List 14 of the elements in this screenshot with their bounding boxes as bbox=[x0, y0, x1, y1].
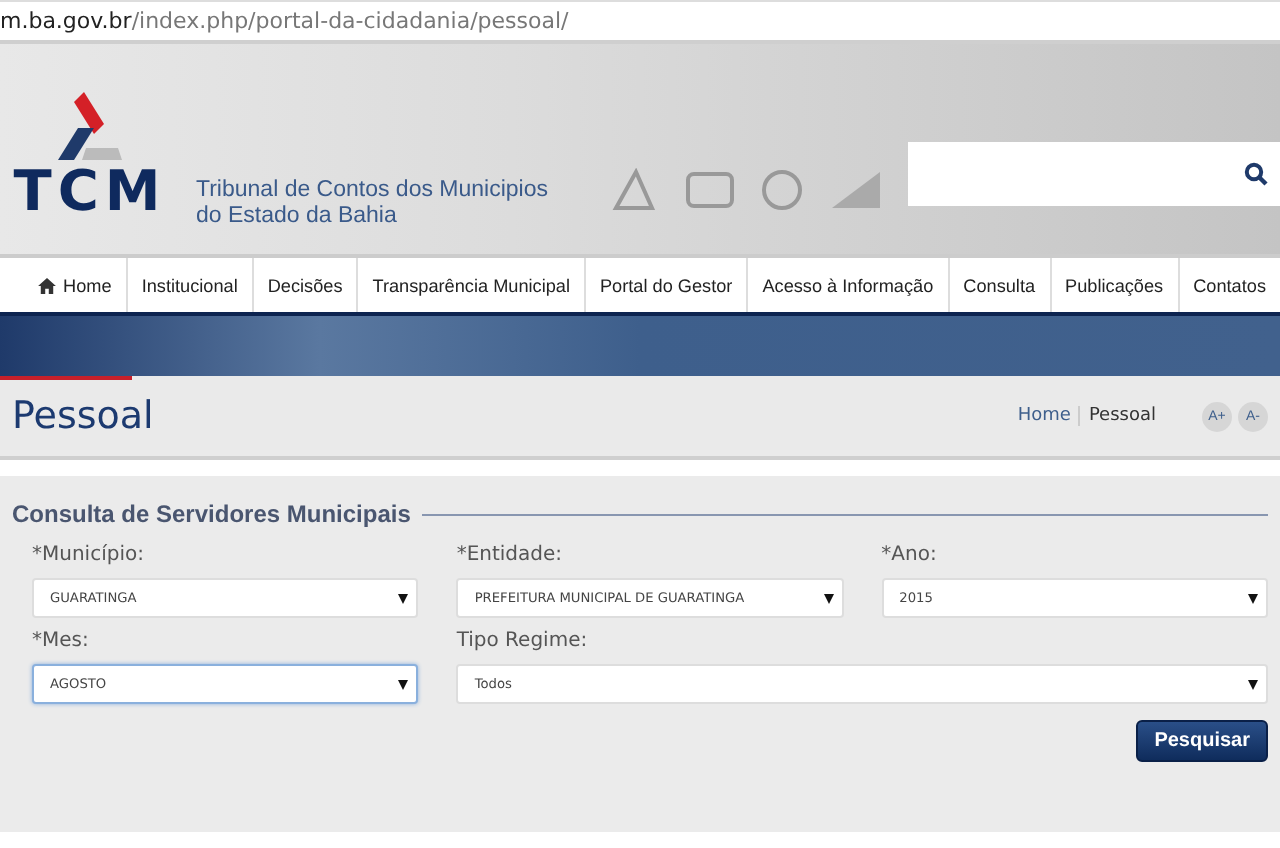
page-title: Pessoal bbox=[12, 394, 154, 438]
organization-name: Tribunal de Contos dos Municipios do Estado da Bahia bbox=[196, 177, 548, 229]
logo-text: TCM bbox=[13, 163, 167, 219]
field-label: *Mes: bbox=[32, 630, 91, 652]
nav-link[interactable]: Home bbox=[23, 258, 126, 312]
field-label: *Município: bbox=[32, 544, 146, 566]
form-legend: Consulta de Servidores Municipais bbox=[12, 500, 411, 528]
field-label: *Entidade: bbox=[456, 544, 565, 566]
field-label: Tipo Regime: bbox=[456, 630, 590, 652]
breadcrumb-link[interactable]: Home bbox=[1017, 406, 1071, 426]
field-label: *Ano: bbox=[881, 544, 939, 566]
search-button[interactable]: Pesquisar bbox=[1136, 720, 1268, 762]
breadcrumb-current: Pessoal bbox=[1088, 406, 1156, 426]
address-bar[interactable]: m.ba.gov.br/index.php/portal-da-cidadania/pessoal/ bbox=[0, 0, 1280, 44]
